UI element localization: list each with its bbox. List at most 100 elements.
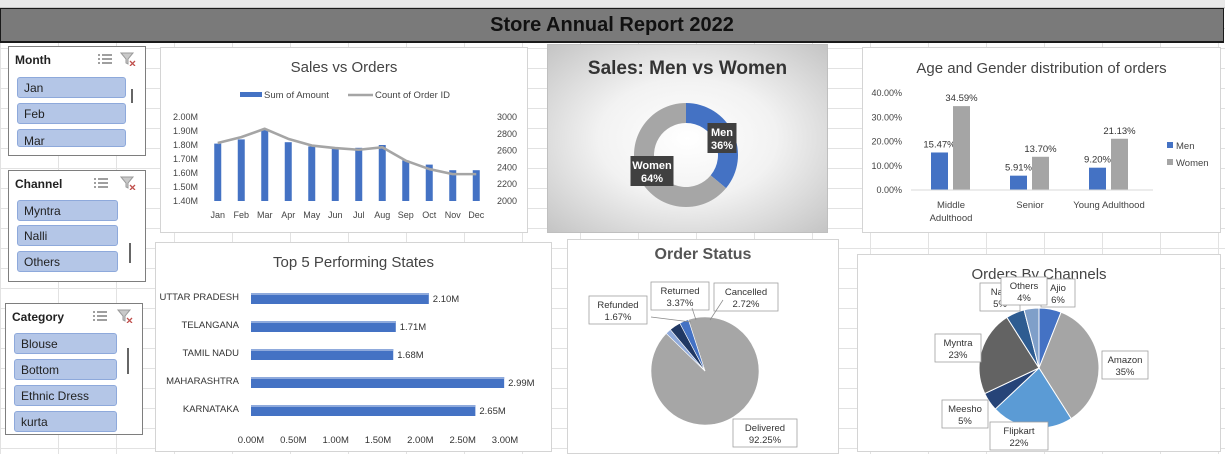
clear-filter-icon[interactable] bbox=[120, 176, 136, 190]
callout-flipkart-text: Flipkart bbox=[1003, 426, 1035, 437]
y-tick-label: 1.80M bbox=[173, 140, 198, 150]
y-tick-label: 10.00% bbox=[871, 161, 902, 171]
slicer-item-mar[interactable]: Mar bbox=[17, 129, 126, 148]
data-label: 1.71M bbox=[400, 322, 426, 333]
y-tick-label: 20.00% bbox=[871, 137, 902, 147]
bar-sales bbox=[237, 139, 245, 201]
multi-select-icon[interactable] bbox=[92, 309, 108, 323]
legend-swatch-women bbox=[1167, 159, 1173, 165]
callout-myntra-text: Myntra bbox=[943, 338, 973, 349]
x-tick-label: 0.00M bbox=[238, 435, 264, 446]
legend-label-orders: Count of Order ID bbox=[375, 90, 450, 101]
age-gender-panel: Age and Gender distribution of orders 40… bbox=[862, 47, 1221, 233]
data-label: 21.13% bbox=[1103, 126, 1136, 137]
slicer-category-title: Category bbox=[12, 310, 65, 324]
callout-refunded-text: 1.67% bbox=[605, 312, 632, 323]
legend-label-amount: Sum of Amount bbox=[264, 90, 329, 101]
category-label: TELANGANA bbox=[181, 320, 239, 331]
slicer-item-nalli[interactable]: Nalli bbox=[17, 225, 118, 246]
donut-label-value: 64% bbox=[641, 173, 663, 185]
y2-tick-label: 2000 bbox=[497, 196, 517, 206]
x-tick-label: Nov bbox=[445, 210, 462, 220]
x-tick-label: Apr bbox=[281, 210, 295, 220]
callout-returned-text: Returned bbox=[660, 286, 699, 297]
slicer-month-title: Month bbox=[15, 53, 51, 67]
x-tick-label: 2.00M bbox=[407, 435, 433, 446]
bar-sales bbox=[308, 146, 316, 201]
callout-ajio-text: Ajio bbox=[1050, 283, 1066, 294]
data-label: 2.10M bbox=[433, 294, 459, 305]
bar-state-highlight bbox=[251, 321, 396, 323]
x-tick-label: 2.50M bbox=[449, 435, 475, 446]
slicer-item-myntra[interactable]: Myntra bbox=[17, 200, 118, 221]
slicer-channel[interactable]: Channel Myntra Nalli Others bbox=[8, 170, 146, 282]
y-tick-label: 30.00% bbox=[871, 112, 902, 122]
report-title: Store Annual Report 2022 bbox=[0, 8, 1224, 43]
sales-vs-orders-panel: Sales vs Orders Sum of Amount Count of Or… bbox=[160, 47, 528, 233]
bar-sales bbox=[284, 142, 292, 201]
x-tick-label: Mar bbox=[257, 210, 273, 220]
bar-sales bbox=[331, 147, 339, 201]
data-label: 5.91% bbox=[1005, 163, 1032, 174]
men-vs-women-panel: Sales: Men vs Women Men 36% Women 64% bbox=[547, 44, 828, 233]
top-states-panel: Top 5 Performing States UTTAR PRADESH 2.1… bbox=[155, 242, 552, 452]
x-tick-label: May bbox=[303, 210, 321, 220]
y-tick-label: 1.70M bbox=[173, 154, 198, 164]
slicer-item-jan[interactable]: Jan bbox=[17, 77, 126, 98]
channels-chart: Ajio6% Amazon35% Flipkart22% Meesho5% Myntra… bbox=[934, 276, 1149, 451]
legend-label-men: Men bbox=[1176, 141, 1194, 152]
y-tick-label: 0.00% bbox=[876, 185, 902, 195]
slicer-category[interactable]: Category Blouse Bottom Ethnic Dress kurt… bbox=[5, 303, 143, 435]
multi-select-icon[interactable] bbox=[93, 176, 109, 190]
age-gender-chart: 40.00% 30.00% 20.00% 10.00% 0.00% 15.47% 34.59… bbox=[871, 88, 1209, 224]
category-label: UTTAR PRADESH bbox=[159, 292, 239, 303]
slicer-scrollbar[interactable] bbox=[131, 89, 133, 103]
data-label: 1.68M bbox=[397, 350, 423, 361]
data-label: 15.47% bbox=[923, 139, 956, 150]
callout-delivered-text: Delivered bbox=[745, 423, 785, 434]
y2-tick-label: 2600 bbox=[497, 146, 517, 156]
slicer-scrollbar[interactable] bbox=[127, 348, 129, 374]
slicer-item-kurta[interactable]: kurta bbox=[14, 411, 117, 432]
data-label: 34.59% bbox=[945, 93, 978, 104]
slicer-item-others[interactable]: Others bbox=[17, 251, 118, 272]
bar-men bbox=[1089, 167, 1106, 190]
x-tick-label: Jan bbox=[210, 210, 225, 220]
clear-filter-icon[interactable] bbox=[117, 309, 133, 323]
bar-state-highlight bbox=[251, 349, 394, 351]
category-label: TAMIL NADU bbox=[183, 348, 240, 359]
y2-tick-label: 2800 bbox=[497, 129, 517, 139]
slicer-month[interactable]: Month Jan Feb Mar bbox=[8, 46, 146, 156]
y2-tick-label: 2200 bbox=[497, 179, 517, 189]
bar-men bbox=[1010, 175, 1027, 190]
bar-state-highlight bbox=[251, 405, 476, 407]
slicer-scrollbar[interactable] bbox=[129, 243, 131, 263]
y-tick-label: 2.00M bbox=[173, 112, 198, 122]
leader-line bbox=[650, 316, 692, 323]
category-label: KARNATAKA bbox=[183, 404, 240, 415]
x-tick-label: 0.50M bbox=[280, 435, 306, 446]
data-label: 2.99M bbox=[508, 378, 534, 389]
y-tick-label: 1.50M bbox=[173, 182, 198, 192]
line-orders bbox=[217, 127, 477, 176]
callout-ajio-text: 6% bbox=[1051, 295, 1065, 306]
slicer-item-feb[interactable]: Feb bbox=[17, 103, 126, 124]
bar-sales bbox=[214, 143, 222, 201]
donut-label-value: 36% bbox=[711, 140, 733, 152]
bar-sales bbox=[402, 160, 410, 201]
clear-filter-icon[interactable] bbox=[120, 52, 136, 66]
slicer-item-ethnic-dress[interactable]: Ethnic Dress bbox=[14, 385, 117, 406]
men-vs-women-chart: Men36% Women64% bbox=[630, 103, 738, 207]
callout-amazon-text: 35% bbox=[1115, 367, 1135, 378]
y2-tick-label: 2400 bbox=[497, 162, 517, 172]
multi-select-icon[interactable] bbox=[97, 52, 113, 66]
callout-cancelled-text: 2.72% bbox=[733, 299, 760, 310]
slicer-item-blouse[interactable]: Blouse bbox=[14, 333, 117, 354]
data-label: 9.20% bbox=[1084, 155, 1111, 166]
y-tick-label: 1.60M bbox=[173, 168, 198, 178]
x-tick-label: Aug bbox=[374, 210, 390, 220]
legend-label-women: Women bbox=[1176, 158, 1209, 169]
bar-state-highlight bbox=[251, 293, 429, 295]
slicer-item-bottom[interactable]: Bottom bbox=[14, 359, 117, 380]
bar-sales bbox=[378, 145, 386, 201]
